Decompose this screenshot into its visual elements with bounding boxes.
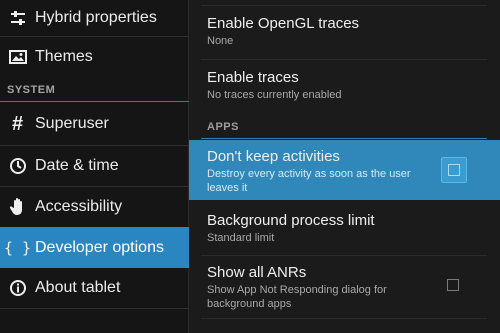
sidebar-item-themes[interactable]: Themes bbox=[0, 37, 189, 77]
show-all-anrs-checkbox[interactable] bbox=[447, 279, 459, 291]
clock-icon bbox=[0, 157, 35, 175]
pref-title: Background process limit bbox=[207, 212, 375, 229]
pref-enable-opengl-traces[interactable]: Enable OpenGL traces None bbox=[189, 15, 500, 59]
sidebar-item-date-time[interactable]: Date & time bbox=[0, 146, 189, 186]
dont-keep-activities-checkbox[interactable] bbox=[441, 157, 467, 183]
sidebar-item-accessibility[interactable]: Accessibility bbox=[0, 187, 189, 227]
divider bbox=[201, 59, 487, 60]
sidebar-item-label: Developer options bbox=[35, 238, 164, 256]
section-divider bbox=[201, 138, 487, 139]
pref-summary: No traces currently enabled bbox=[207, 89, 342, 101]
pref-summary: Destroy every activity as soon as the us… bbox=[207, 168, 411, 194]
sidebar-item-label: Date & time bbox=[35, 157, 119, 174]
pref-background-process-limit[interactable]: Background process limit Standard limit bbox=[189, 212, 500, 254]
checkbox-box bbox=[448, 164, 460, 176]
sliders-icon bbox=[0, 10, 35, 26]
pref-summary: None bbox=[207, 35, 234, 47]
divider bbox=[201, 318, 487, 319]
section-header-apps: APPS bbox=[207, 121, 239, 133]
pref-show-all-anrs[interactable]: Show all ANRs Show App Not Responding di… bbox=[189, 264, 500, 324]
pref-summary: Standard limit bbox=[207, 232, 275, 244]
section-divider bbox=[0, 101, 189, 102]
developer-options-panel: Enable OpenGL traces None Enable traces … bbox=[189, 0, 500, 333]
pref-title: Enable traces bbox=[207, 69, 299, 86]
info-icon bbox=[0, 279, 35, 297]
hash-icon: # bbox=[11, 112, 24, 135]
section-header-system: SYSTEM bbox=[7, 84, 56, 96]
sidebar-item-about-tablet[interactable]: About tablet bbox=[0, 268, 189, 308]
braces-icon: { } bbox=[3, 238, 32, 257]
pref-enable-traces[interactable]: Enable traces No traces currently enable… bbox=[189, 69, 500, 111]
sidebar-item-label: Hybrid properties bbox=[35, 9, 157, 26]
settings-sidebar: Hybrid properties Themes SYSTEM # Superu… bbox=[0, 0, 189, 333]
sidebar-item-hybrid-properties[interactable]: Hybrid properties bbox=[0, 0, 189, 36]
pref-title: Enable OpenGL traces bbox=[207, 15, 360, 32]
divider bbox=[201, 255, 487, 256]
sidebar-item-developer-options[interactable]: { } Developer options bbox=[0, 227, 189, 268]
sidebar-item-label: Superuser bbox=[35, 115, 109, 132]
sidebar-item-label: About tablet bbox=[35, 279, 121, 296]
sidebar-item-label: Accessibility bbox=[35, 198, 123, 215]
divider bbox=[0, 308, 189, 309]
hand-icon bbox=[0, 197, 35, 217]
pref-summary: Show App Not Responding dialog for backg… bbox=[207, 284, 387, 310]
divider bbox=[201, 5, 487, 6]
sidebar-item-label: Themes bbox=[35, 48, 93, 65]
sidebar-item-superuser[interactable]: # Superuser bbox=[0, 104, 189, 144]
image-icon bbox=[0, 49, 35, 65]
pref-dont-keep-activities[interactable]: Don't keep activities Destroy every acti… bbox=[189, 140, 500, 200]
